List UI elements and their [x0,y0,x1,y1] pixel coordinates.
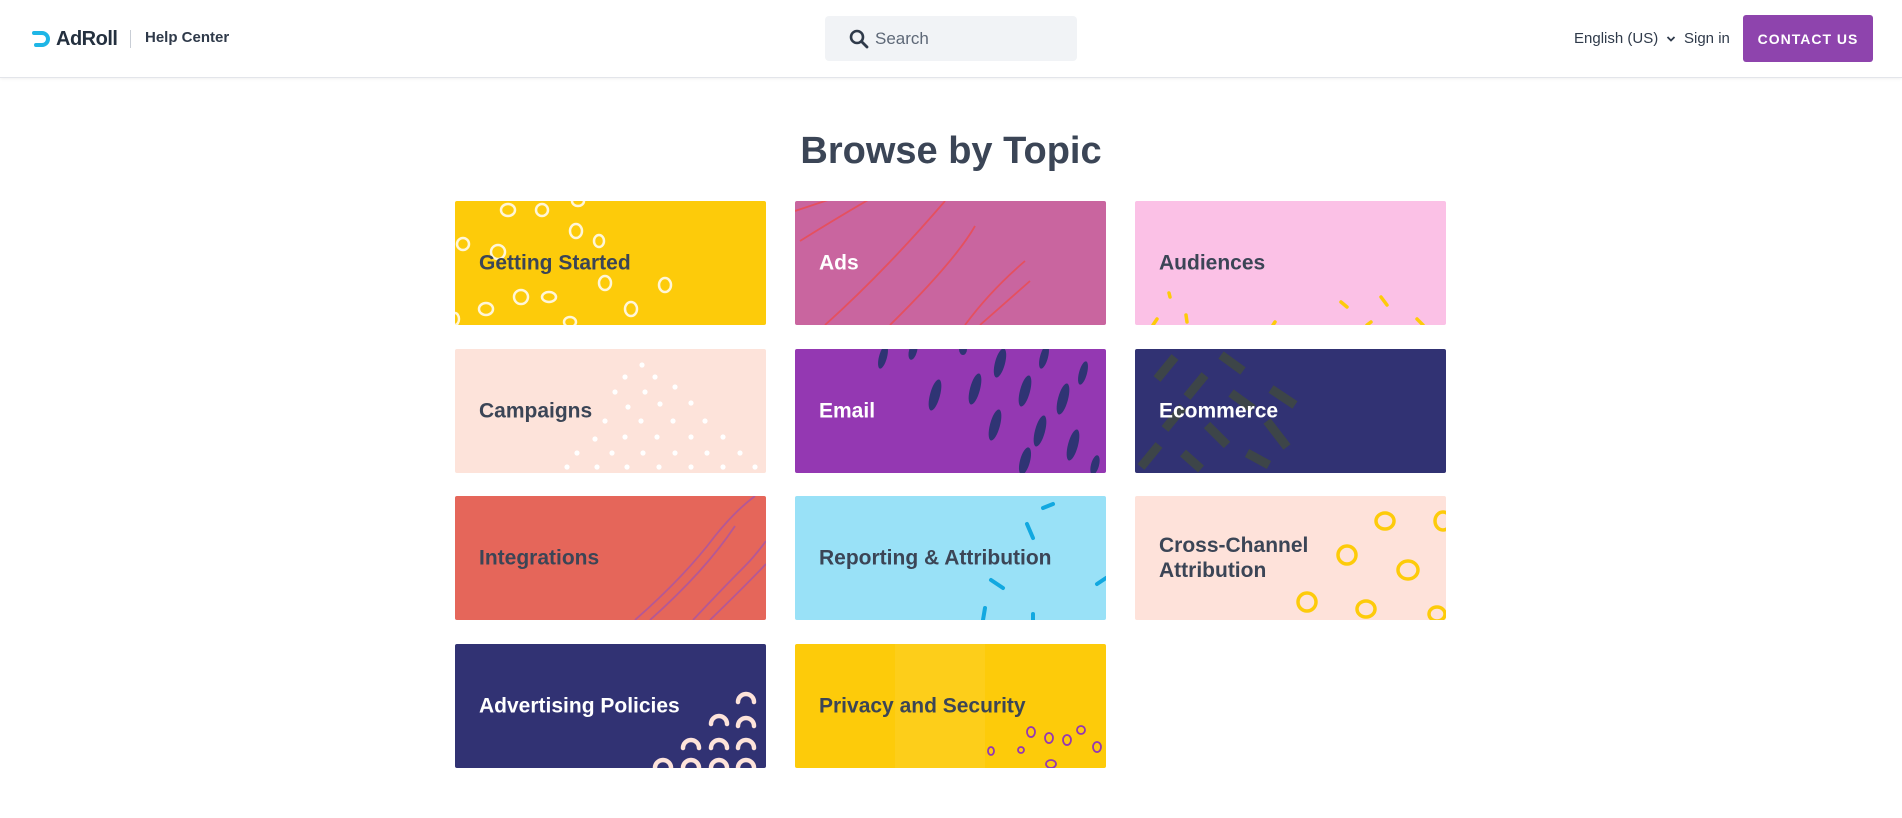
search-input[interactable] [875,16,1070,61]
topic-tile-ecommerce[interactable]: Ecommerce [1135,349,1446,473]
topic-tile-email[interactable]: Email [795,349,1106,473]
topic-label: Audiences [1159,251,1266,275]
search-box[interactable] [825,16,1077,61]
sign-in-link[interactable]: Sign in [1684,30,1730,47]
logo-text: AdRoll [56,27,118,50]
topic-label: Ecommerce [1159,399,1279,423]
search-icon [849,29,869,49]
topic-tile-getting-started[interactable]: Getting Started [455,201,766,325]
topic-tile-advertising-policies[interactable]: Advertising Policies [455,644,766,768]
topic-label: Getting Started [479,251,631,275]
topic-label: Integrations [479,546,600,570]
adroll-logo[interactable]: AdRoll [30,26,118,52]
language-label: English (US) [1574,30,1659,47]
site-header: AdRoll Help Center English (US) Sign in … [0,0,1902,78]
topic-label: Privacy and Security [819,694,1026,718]
topic-tile-campaigns[interactable]: Campaigns [455,349,766,473]
chevron-down-icon [1667,35,1676,42]
topic-tile-audiences[interactable]: Audiences [1135,201,1446,325]
topic-tile-integrations[interactable]: Integrations [455,496,766,620]
topic-tile-privacy-security[interactable]: Privacy and Security [795,644,1106,768]
topic-label: Cross-Channel Attribution [1159,534,1309,582]
topic-label: Campaigns [479,399,593,423]
topic-tile-cross-channel-attribution[interactable]: Cross-Channel Attribution [1135,496,1446,620]
page-title: Browse by Topic [800,130,1102,172]
topic-label: Advertising Policies [479,694,680,718]
language-selector[interactable]: English (US) [1574,30,1676,47]
topic-label: Reporting & Attribution [819,546,1052,570]
topic-tile-ads[interactable]: Ads [795,201,1106,325]
topic-label: Email [819,399,876,423]
contact-us-button[interactable]: CONTACT US [1743,15,1873,62]
adroll-logo-icon [32,31,50,47]
logo-divider [130,30,131,48]
topic-tile-reporting-attribution[interactable]: Reporting & Attribution [795,496,1106,620]
help-center-link[interactable]: Help Center [145,29,229,46]
topic-label: Ads [819,251,859,275]
